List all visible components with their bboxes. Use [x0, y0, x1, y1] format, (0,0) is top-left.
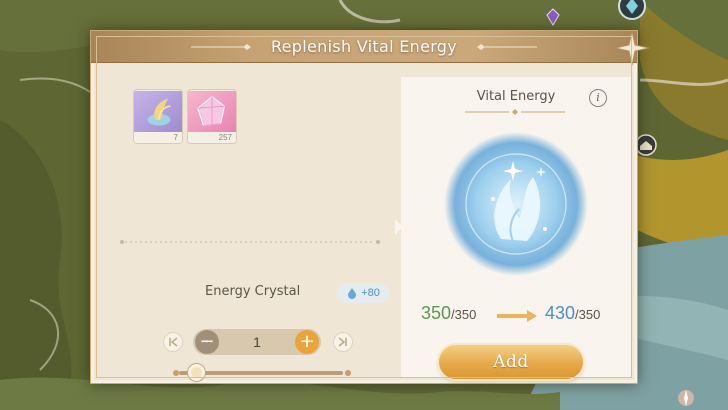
current-energy-max: /350 — [451, 307, 477, 322]
resulting-energy-max: /350 — [575, 307, 601, 322]
vital-energy-panel: Vital Energy i 350/350 430/350 Add — [401, 77, 631, 379]
item-list: 7 257 — [101, 77, 391, 237]
pink-gem-icon — [188, 90, 236, 134]
selected-item-name: Energy Crystal — [205, 284, 301, 299]
energy-bonus-value: +80 — [361, 287, 380, 299]
quantity-slider-thumb[interactable] — [187, 364, 205, 381]
skip-to-end-icon — [338, 337, 347, 347]
arrow-right-icon — [497, 310, 537, 322]
skip-to-start-icon — [169, 337, 178, 347]
feather-crystal-icon — [134, 90, 182, 134]
increase-button[interactable]: + — [295, 330, 319, 354]
item-count: 7 — [134, 132, 182, 143]
energy-change-row: 350/350 430/350 — [401, 303, 631, 327]
replenish-dialog: Replenish Vital Energy 7 257 Energy Crys… — [90, 30, 650, 384]
current-energy: 350/350 — [421, 303, 476, 324]
item-slot-feather-crystal[interactable]: 7 — [133, 89, 183, 144]
current-energy-value: 350 — [421, 303, 452, 323]
max-quantity-button[interactable] — [333, 332, 353, 352]
item-selection-panel: 7 257 Energy Crystal +80 − 1 + — [101, 77, 395, 381]
water-drop-icon — [348, 288, 357, 299]
item-count: 257 — [188, 132, 236, 143]
title-right-ornament-icon — [477, 44, 537, 50]
decrease-button[interactable]: − — [195, 330, 219, 354]
slider-end-cap — [345, 370, 351, 376]
dialog-title: Replenish Vital Energy — [270, 37, 458, 56]
add-button[interactable]: Add — [439, 345, 583, 379]
map-teleport-waypoint-icon[interactable] — [616, 0, 648, 22]
map-sparkle-marker-icon[interactable] — [672, 386, 700, 408]
resulting-energy: 430/350 — [545, 303, 600, 324]
energy-bonus-badge: +80 — [337, 283, 389, 303]
map-crystal-marker-icon[interactable] — [545, 8, 561, 26]
dialog-title-bar: Replenish Vital Energy — [91, 31, 637, 63]
vital-energy-emblem-icon — [444, 132, 588, 276]
title-left-ornament-icon — [191, 44, 251, 50]
quantity-value[interactable]: 1 — [221, 329, 293, 355]
info-icon[interactable]: i — [589, 89, 607, 107]
quantity-stepper: − 1 + — [193, 329, 321, 355]
section-divider — [120, 240, 380, 244]
min-quantity-button[interactable] — [163, 332, 183, 352]
resulting-energy-value: 430 — [545, 303, 576, 323]
corner-star-icon — [614, 30, 650, 66]
title-underline-ornament — [465, 109, 565, 115]
item-slot-pink-gem[interactable]: 257 — [187, 89, 237, 144]
